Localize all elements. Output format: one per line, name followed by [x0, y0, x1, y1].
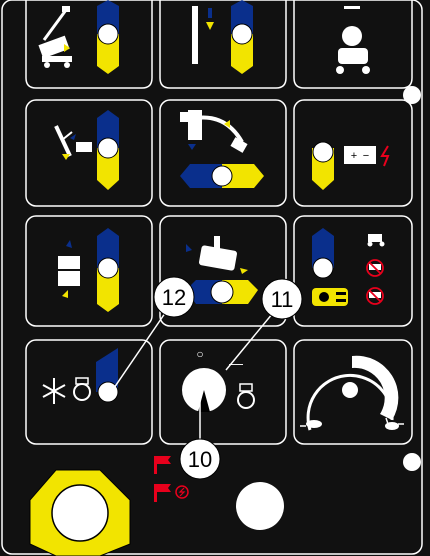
battery-icon: + − — [344, 146, 376, 164]
blue-yellow-indicator — [231, 0, 253, 74]
indicator-light-bottom — [403, 453, 421, 471]
yellow-hand-icon — [312, 288, 348, 306]
callout-label-11: 11 — [271, 287, 294, 312]
blue-yellow-indicator — [97, 0, 119, 74]
blue-yellow-horizontal-indicator — [180, 164, 264, 188]
horn-button[interactable] — [236, 482, 284, 530]
speed-dial-knob[interactable] — [342, 382, 358, 398]
callout-label-10: 10 — [188, 447, 212, 472]
blue-yellow-horizontal-indicator — [186, 280, 258, 304]
blue-yellow-indicator — [312, 228, 334, 279]
blue-yellow-indicator — [312, 141, 334, 190]
blue-yellow-indicator — [97, 228, 119, 312]
blue-yellow-indicator — [97, 110, 119, 190]
callout-label-12: 12 — [162, 285, 186, 310]
battery-plus: + — [351, 150, 357, 162]
battery-minus: − — [363, 150, 369, 162]
key-off-mark: ○ — [196, 347, 203, 361]
control-panel-diagram: + − ○ — 12 11 10 — [0, 0, 430, 556]
